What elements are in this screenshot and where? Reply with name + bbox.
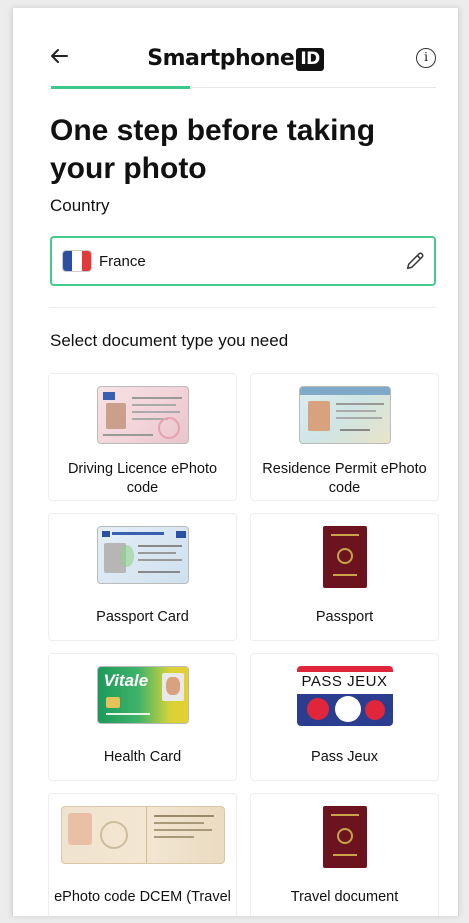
driving-licence-card-icon — [96, 386, 189, 444]
passport-title-line — [330, 814, 359, 816]
country-label: Country — [50, 196, 110, 215]
passport-bottom-line — [332, 854, 357, 856]
document-card-dcem[interactable]: ePhoto code DCEM (Travel — [48, 793, 237, 916]
document-card-pass-jeux[interactable]: PASS JEUX Pass Jeux — [250, 653, 439, 781]
document-card-label: Passport — [315, 609, 374, 625]
passport-bottom-line — [332, 574, 357, 576]
document-card-label: Driving Licence ePhoto code — [67, 461, 218, 496]
document-card-label: Travel document — [290, 889, 399, 905]
passport-emblem — [336, 828, 353, 844]
france-flag-icon — [62, 250, 92, 272]
residence-permit-card-icon — [298, 386, 391, 444]
progress-bar — [51, 86, 436, 89]
country-value: France — [99, 253, 146, 270]
document-card-health-card[interactable]: Vitale Health Card — [48, 653, 237, 781]
document-card-passport-card[interactable]: Passport Card — [48, 513, 237, 641]
document-card-label: Residence Permit ePhoto code — [262, 461, 427, 496]
passport-title-line — [330, 534, 359, 536]
app-screen: Smartphone ID i One step before taking yo… — [12, 8, 459, 916]
logo-id-badge: ID — [296, 48, 324, 71]
pencil-edit-icon[interactable] — [404, 250, 426, 272]
document-type-prompt: Select document type you need — [50, 331, 289, 350]
logo-text: Smartphone — [147, 46, 295, 71]
app-logo: Smartphone ID — [13, 46, 458, 71]
vitale-text: Vitale — [103, 671, 149, 690]
vitale-health-card-icon: Vitale — [96, 666, 189, 724]
pass-jeux-text: PASS JEUX — [301, 673, 388, 690]
document-card-label: ePhoto code DCEM (Travel — [54, 889, 231, 905]
page-title: One step before taking your photo — [50, 114, 376, 185]
info-icon[interactable]: i — [416, 48, 436, 68]
passport-card-icon — [96, 526, 189, 584]
country-selector[interactable]: France — [50, 236, 436, 286]
flag-stripe-red — [81, 251, 91, 271]
passport-emblem — [336, 548, 353, 564]
travel-document-book-icon — [322, 806, 367, 868]
divider — [50, 307, 436, 308]
progress-bar-fill — [51, 86, 190, 89]
dcem-document-icon — [60, 806, 225, 864]
document-card-label: Passport Card — [96, 609, 189, 625]
document-card-label: Health Card — [103, 749, 182, 765]
passport-book-icon — [322, 526, 367, 588]
document-card-residence-permit[interactable]: Residence Permit ePhoto code — [250, 373, 439, 501]
pass-jeux-card-icon: PASS JEUX — [296, 666, 393, 726]
header: Smartphone ID i — [13, 8, 458, 89]
document-card-driving-licence[interactable]: Driving Licence ePhoto code — [48, 373, 237, 501]
document-card-label: Pass Jeux — [311, 749, 378, 765]
document-card-travel-document[interactable]: Travel document — [250, 793, 439, 916]
flag-stripe-white — [72, 251, 82, 271]
document-card-passport[interactable]: Passport — [250, 513, 439, 641]
flag-stripe-blue — [63, 251, 73, 271]
